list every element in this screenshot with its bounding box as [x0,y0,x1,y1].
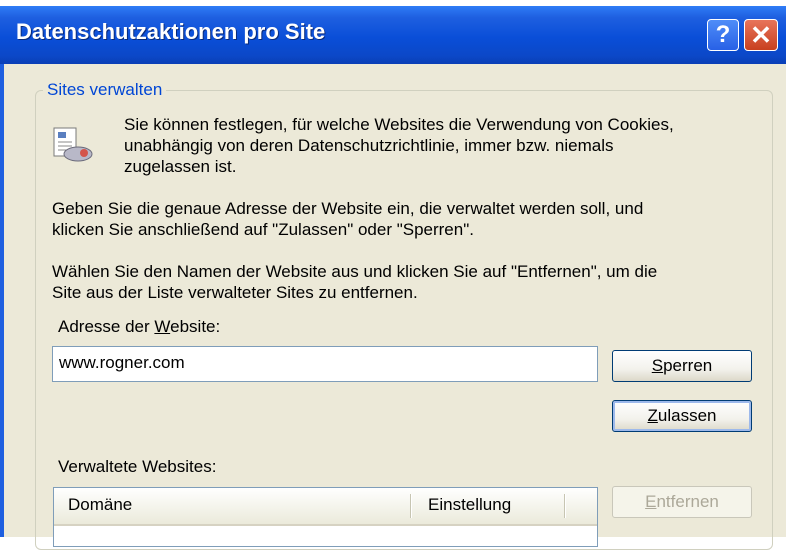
group-label: Sites verwalten [43,80,167,100]
close-button[interactable]: ✕ [744,19,778,51]
allow-button[interactable]: Zulassen [612,400,752,432]
column-header-domain[interactable]: Domäne [68,495,132,515]
window-border [0,64,4,537]
instruction-2-line-1: Wählen Sie den Namen der Website aus und… [52,262,658,281]
info-text-line-3: zugelassen ist. [124,157,237,176]
privacy-report-icon [53,127,93,162]
help-button[interactable]: ? [707,19,739,51]
column-header-setting[interactable]: Einstellung [428,495,511,515]
instruction-1-line-2: klicken Sie anschließend auf "Zulassen" … [52,220,474,239]
address-label: Adresse der Website: [58,317,221,336]
instruction-2-line-2: Site aus der Liste verwalteter Sites zu … [52,283,418,302]
window-title: Datenschutzaktionen pro Site [16,19,326,44]
address-input-value: www.rogner.com [59,353,185,372]
title-bar[interactable]: Datenschutzaktionen pro Site ? ✕ [0,6,786,64]
instruction-1-line-1: Geben Sie die genaue Adresse der Website… [52,199,644,218]
dialog-body: Sites verwalten Sie können festlegen, fü… [0,64,786,550]
close-icon: ✕ [750,20,772,50]
info-text-line-2: unabhängig von deren Datenschutzrichtlin… [124,136,614,155]
info-text-line-1: Sie können festlegen, für welche Website… [124,115,674,134]
managed-sites-list[interactable]: Domäne Einstellung [53,487,598,547]
managed-sites-label: Verwaltete Websites: [58,457,217,476]
remove-button[interactable]: Entfernen [612,486,752,518]
column-divider[interactable] [410,494,411,518]
list-header: Domäne Einstellung [54,488,597,526]
address-input[interactable]: www.rogner.com [52,346,598,382]
column-divider[interactable] [564,494,565,518]
help-icon: ? [715,21,731,48]
block-button[interactable]: Sperren [612,350,752,382]
